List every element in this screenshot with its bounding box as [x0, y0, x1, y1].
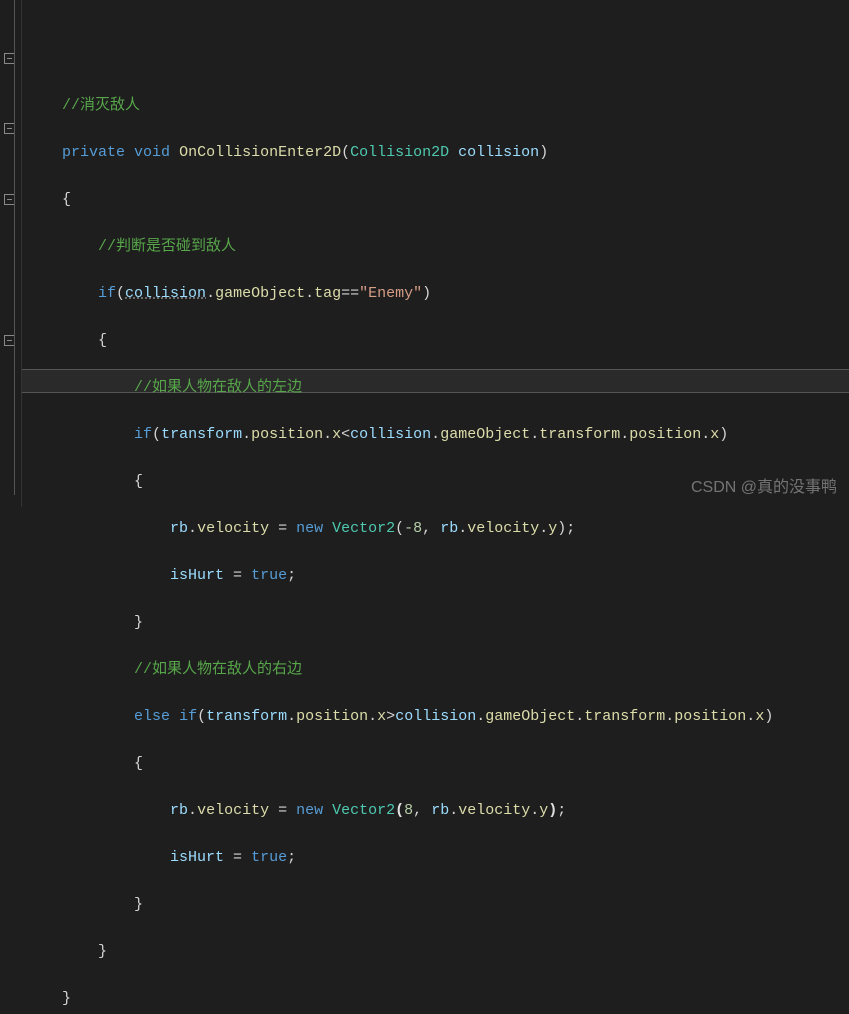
watermark: CSDN @真的没事鸭 [691, 476, 837, 500]
code-line: //如果人物在敌人的左边 [26, 376, 849, 400]
code-line: if(collision.gameObject.tag=="Enemy") [26, 282, 849, 306]
code-area[interactable]: //消灭敌人 private void OnCollisionEnter2D(C… [22, 0, 849, 507]
code-line: //如果人物在敌人的右边 [26, 658, 849, 682]
code-line: isHurt = true; [26, 564, 849, 588]
code-line: } [26, 893, 849, 917]
code-line: } [26, 940, 849, 964]
code-editor: //消灭敌人 private void OnCollisionEnter2D(C… [0, 0, 849, 507]
code-line: { [26, 752, 849, 776]
code-line: rb.velocity = new Vector2(-8, rb.velocit… [26, 517, 849, 541]
code-line: } [26, 611, 849, 635]
code-line: { [26, 188, 849, 212]
code-line: else if(transform.position.x>collision.g… [26, 705, 849, 729]
code-line: rb.velocity = new Vector2(8, rb.velocity… [26, 799, 849, 823]
code-line: //消灭敌人 [26, 94, 849, 118]
code-line: private void OnCollisionEnter2D(Collisio… [26, 141, 849, 165]
gutter [0, 0, 22, 507]
code-line: //判断是否碰到敌人 [26, 235, 849, 259]
bracket-guide [14, 0, 15, 495]
code-line: if(transform.position.x<collision.gameOb… [26, 423, 849, 447]
code-line: } [26, 987, 849, 1011]
code-line: isHurt = true; [26, 846, 849, 870]
code-line: { [26, 329, 849, 353]
